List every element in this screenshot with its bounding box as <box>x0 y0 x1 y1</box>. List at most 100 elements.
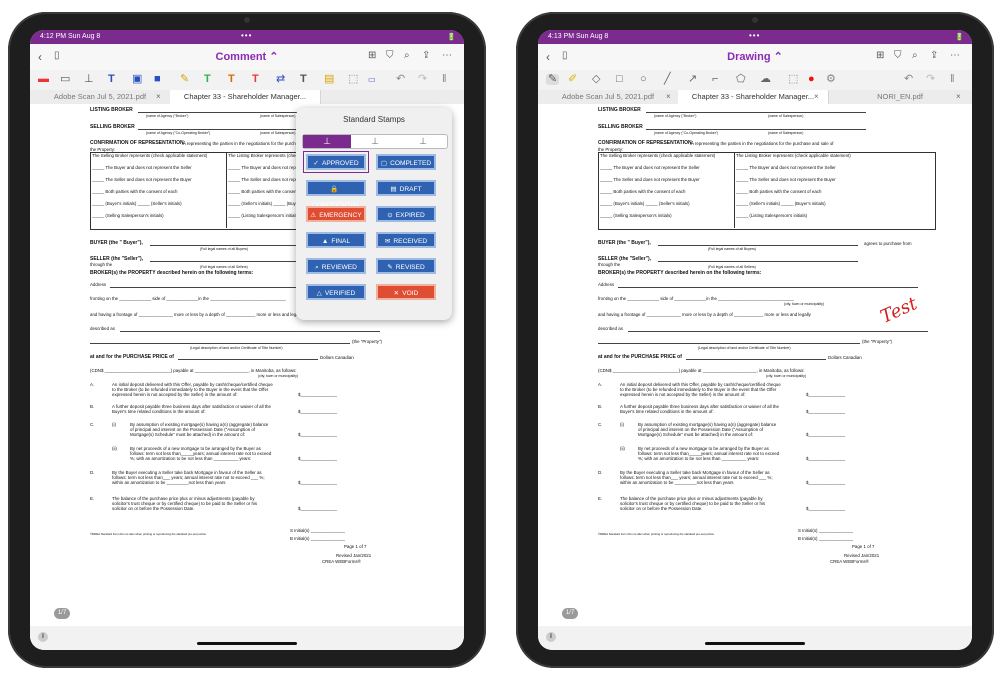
lasso-icon[interactable]: ⬚ <box>788 74 798 85</box>
stamp-void[interactable]: ✕ VOID <box>376 284 436 300</box>
table-row: _____ (Selling Salesperson's initials) <box>92 213 164 218</box>
line-icon[interactable]: ╱ <box>664 74 671 85</box>
described-line <box>628 331 928 332</box>
stamp-draft[interactable]: ▤ DRAFT <box>376 180 436 196</box>
clause-cii-label: (ii) <box>112 446 117 451</box>
image-stamp-segment[interactable]: ⊥ <box>399 135 447 148</box>
search-icon[interactable]: ⌕ <box>404 50 410 61</box>
thumbnails-icon[interactable]: ⦀ <box>38 632 48 642</box>
search-icon[interactable]: ⌕ <box>912 50 918 61</box>
b-initials: B Initial(s) ______________ <box>290 536 345 541</box>
status-time: 4:12 PM Sun Aug 8 <box>40 33 101 40</box>
stamp-revised[interactable]: ✎ REVISED <box>376 258 436 274</box>
note-icon[interactable]: ▬ <box>38 74 49 85</box>
home-indicator[interactable] <box>197 642 297 645</box>
stamp-label: DRAFT <box>399 186 422 193</box>
comment-toolbar: ▬ ▭ ⊥ T ▣ ■ ✎ T T T ⇄ T ▤ ⬚ ▭ ↶ ↷ ‖ <box>30 70 464 91</box>
custom-stamp-segment[interactable]: ⊥ <box>351 135 399 148</box>
share-icon[interactable]: ⇪ <box>930 50 938 61</box>
stamp-completed[interactable]: ▢ COMPLETED <box>376 154 436 170</box>
collapse-icon[interactable]: ‖ <box>950 74 955 85</box>
footer-text: ©MREA Standard Form Do not alter when pr… <box>90 532 207 536</box>
grid-icon[interactable]: ⊞ <box>368 50 376 61</box>
settings-icon[interactable]: ⚙ <box>826 74 836 85</box>
thumbnails-icon[interactable]: ⦀ <box>546 632 556 642</box>
buyer-sub: (Full legal names of all Buyers) <box>708 247 757 251</box>
textbox-icon[interactable]: ▣ <box>132 74 142 85</box>
multitask-dots[interactable]: ••• <box>749 31 760 40</box>
pen-icon[interactable]: ✎ <box>546 74 560 85</box>
color-picker-icon[interactable]: ● <box>808 74 815 85</box>
more-icon[interactable]: ⋯ <box>950 50 960 61</box>
underline-icon[interactable]: T <box>204 74 211 85</box>
stamp-emergency[interactable]: ⚠ EMERGENCY <box>306 206 366 222</box>
callout-icon[interactable]: ■ <box>154 74 161 85</box>
strikeout-icon[interactable]: T <box>252 74 259 85</box>
close-icon[interactable]: × <box>156 90 161 104</box>
listing-sub-agency: (name of Agency ("Broker") <box>654 114 697 118</box>
more-icon[interactable]: ⋯ <box>442 50 452 61</box>
buyer-line <box>150 245 310 246</box>
tab-adobe-scan[interactable]: Adobe Scan Jul 5, 2021.pdf <box>30 90 171 104</box>
attach-icon[interactable]: ▤ <box>324 74 334 85</box>
listing-broker-line <box>646 112 866 113</box>
stamp-label: EXPIRED <box>395 212 425 219</box>
undo-icon[interactable]: ↶ <box>904 74 913 85</box>
stamp-icon[interactable]: ⊥ <box>84 74 94 85</box>
eraser-icon[interactable]: ◇ <box>592 74 600 85</box>
multitask-dots[interactable]: ••• <box>241 31 252 40</box>
clause-c-label: C. <box>598 422 603 427</box>
cloud-icon[interactable]: ☁ <box>760 74 771 85</box>
stamp-approved[interactable]: ✓ APPROVED <box>303 151 369 173</box>
table-row: _____ (Listing Salesperson's initials) <box>228 213 300 218</box>
standard-stamp-segment[interactable]: ⊥ <box>303 135 351 148</box>
ellipse-icon[interactable]: ○ <box>640 74 647 85</box>
squiggly-icon[interactable]: T <box>228 74 235 85</box>
polygon-icon[interactable]: ⬠ <box>736 74 746 85</box>
bookmark-icon[interactable]: ⛉ <box>894 50 902 61</box>
mode-title[interactable]: Comment ⌃ <box>30 50 464 63</box>
insert-text-icon[interactable]: T <box>300 74 307 85</box>
redo-icon[interactable]: ↷ <box>418 74 427 85</box>
tab-chapter-33[interactable]: Chapter 33 - Shareholder Manager... <box>678 90 829 104</box>
close-icon[interactable]: × <box>814 90 819 104</box>
crea-logo: CREA WEBForms® <box>830 559 869 564</box>
highlighter-icon[interactable]: ✐ <box>568 74 577 85</box>
file-icon[interactable]: ▭ <box>60 74 70 85</box>
table-row: _____ The Buyer and does not represent t… <box>600 165 700 170</box>
stamp-final[interactable]: ▲ FINAL <box>306 232 366 248</box>
mode-title[interactable]: Drawing ⌃ <box>538 50 972 63</box>
stamp-reviewed[interactable]: ⌕ REVIEWED <box>306 258 366 274</box>
stamp-verified[interactable]: △ VERIFIED <box>306 284 366 300</box>
arrow-icon[interactable]: ↗ <box>688 74 697 85</box>
rectangle-icon[interactable]: □ <box>616 74 623 85</box>
handwritten-signature[interactable]: Test <box>877 293 920 328</box>
page-indicator[interactable]: 1/7 <box>54 608 70 619</box>
text-icon[interactable]: T <box>108 74 115 85</box>
tab-nori-en[interactable]: NORI_EN.pdf <box>828 90 972 104</box>
stamp-received[interactable]: ✉ RECEIVED <box>376 232 436 248</box>
highlighter-icon[interactable]: ✎ <box>180 74 189 85</box>
polyline-icon[interactable]: ⌐ <box>712 74 718 85</box>
share-icon[interactable]: ⇪ <box>422 50 430 61</box>
grid-icon[interactable]: ⊞ <box>876 50 884 61</box>
purchase-price-label: at and for the PURCHASE PRICE of <box>90 354 174 360</box>
redo-icon[interactable]: ↷ <box>926 74 935 85</box>
stamp-confidential[interactable]: 🔒CONFIDENTIAL <box>306 180 366 209</box>
lasso-icon[interactable]: ⬚ <box>348 74 358 85</box>
home-indicator[interactable] <box>705 642 805 645</box>
collapse-icon[interactable]: ‖ <box>442 74 447 85</box>
tab-chapter-33[interactable]: Chapter 33 - Shareholder Manager... <box>170 90 321 104</box>
undo-icon[interactable]: ↶ <box>396 74 405 85</box>
close-icon[interactable]: × <box>956 90 961 104</box>
confirmation-text: In representing the parties in the negot… <box>690 141 834 146</box>
bookmark-icon[interactable]: ⛉ <box>386 50 394 61</box>
tab-adobe-scan[interactable]: Adobe Scan Jul 5, 2021.pdf <box>538 90 679 104</box>
stamp-selected-icon[interactable]: ▭ <box>368 74 376 85</box>
bottom-bar: ⦀ <box>30 626 464 650</box>
close-icon[interactable]: × <box>666 90 671 104</box>
clause-d-text: within an amortization to be _________no… <box>620 480 734 485</box>
replace-icon[interactable]: ⇄ <box>276 74 285 85</box>
page-indicator[interactable]: 1/7 <box>562 608 578 619</box>
stamp-expired[interactable]: ⊙ EXPIRED <box>376 206 436 222</box>
